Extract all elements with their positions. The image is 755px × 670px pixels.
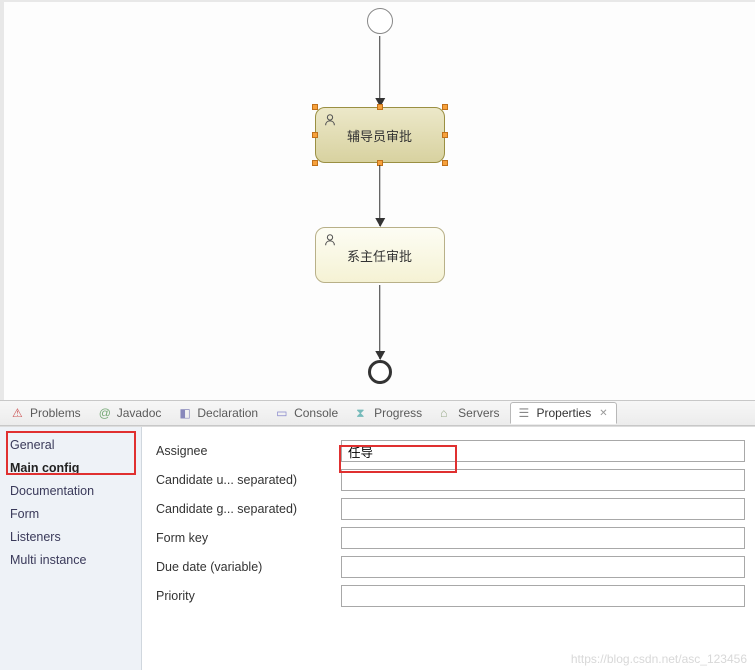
candidate-groups-label: Candidate g... separated) xyxy=(156,502,341,516)
sidebar-item-main-config[interactable]: Main config xyxy=(0,457,141,479)
tab-label: Console xyxy=(294,406,338,420)
user-task-icon xyxy=(323,233,337,247)
due-date-label: Due date (variable) xyxy=(156,560,341,574)
diagram-canvas[interactable]: 辅导员审批 系主任审批 xyxy=(0,0,755,400)
tab-progress[interactable]: ⧗ Progress xyxy=(348,403,430,423)
sidebar-item-listeners[interactable]: Listeners xyxy=(0,526,141,548)
sidebar-item-label: Main config xyxy=(10,461,79,475)
problems-icon: ⚠ xyxy=(12,406,26,420)
tab-label: Javadoc xyxy=(117,406,162,420)
sidebar-item-label: Listeners xyxy=(10,530,61,544)
start-event-node[interactable] xyxy=(367,8,393,34)
form-key-input[interactable] xyxy=(341,527,745,549)
resize-handle[interactable] xyxy=(312,132,318,138)
sequence-flow-3[interactable] xyxy=(379,285,381,359)
properties-sidebar: General Main config Documentation Form L… xyxy=(0,427,142,670)
sequence-flow-1[interactable] xyxy=(379,36,381,106)
tab-declaration[interactable]: ◧ Declaration xyxy=(171,403,266,423)
progress-icon: ⧗ xyxy=(356,406,370,420)
properties-icon: ☰ xyxy=(519,406,533,420)
user-task-1[interactable]: 辅导员审批 xyxy=(315,107,445,163)
sidebar-item-documentation[interactable]: Documentation xyxy=(0,480,141,502)
sequence-flow-2[interactable] xyxy=(379,165,381,226)
tab-label: Servers xyxy=(458,406,499,420)
servers-icon: ⌂ xyxy=(440,406,454,420)
watermark-text: https://blog.csdn.net/asc_123456 xyxy=(571,652,747,666)
sidebar-item-label: Documentation xyxy=(10,484,94,498)
resize-handle[interactable] xyxy=(442,104,448,110)
console-icon: ▭ xyxy=(276,406,290,420)
tab-label: Properties xyxy=(537,406,592,420)
task-label: 辅导员审批 xyxy=(347,126,412,145)
resize-handle[interactable] xyxy=(442,132,448,138)
priority-input[interactable] xyxy=(341,585,745,607)
end-event-node[interactable] xyxy=(368,360,392,384)
sidebar-item-label: General xyxy=(10,438,54,452)
resize-handle[interactable] xyxy=(377,104,383,110)
close-icon[interactable]: ✕ xyxy=(599,408,607,419)
assignee-input[interactable] xyxy=(341,440,745,462)
declaration-icon: ◧ xyxy=(179,406,193,420)
tab-label: Problems xyxy=(30,406,81,420)
view-tabbar: ⚠ Problems @ Javadoc ◧ Declaration ▭ Con… xyxy=(0,400,755,426)
assignee-label: Assignee xyxy=(156,444,341,458)
sidebar-item-label: Form xyxy=(10,507,39,521)
sidebar-item-multi-instance[interactable]: Multi instance xyxy=(0,549,141,571)
resize-handle[interactable] xyxy=(312,104,318,110)
sidebar-item-label: Multi instance xyxy=(10,553,86,567)
tab-servers[interactable]: ⌂ Servers xyxy=(432,403,507,423)
properties-form: Assignee Candidate u... separated) Candi… xyxy=(142,427,755,670)
sidebar-item-general[interactable]: General xyxy=(0,434,141,456)
candidate-users-label: Candidate u... separated) xyxy=(156,473,341,487)
task-label: 系主任审批 xyxy=(347,246,412,265)
tab-label: Declaration xyxy=(197,406,258,420)
due-date-input[interactable] xyxy=(341,556,745,578)
tab-properties[interactable]: ☰ Properties ✕ xyxy=(510,402,617,424)
tab-console[interactable]: ▭ Console xyxy=(268,403,346,423)
resize-handle[interactable] xyxy=(312,160,318,166)
tab-javadoc[interactable]: @ Javadoc xyxy=(91,403,170,423)
user-task-icon xyxy=(323,113,337,127)
resize-handle[interactable] xyxy=(442,160,448,166)
tab-problems[interactable]: ⚠ Problems xyxy=(4,403,89,423)
properties-panel: General Main config Documentation Form L… xyxy=(0,426,755,670)
priority-label: Priority xyxy=(156,589,341,603)
form-key-label: Form key xyxy=(156,531,341,545)
sidebar-item-form[interactable]: Form xyxy=(0,503,141,525)
tab-label: Progress xyxy=(374,406,422,420)
javadoc-icon: @ xyxy=(99,406,113,420)
candidate-groups-input[interactable] xyxy=(341,498,745,520)
user-task-2[interactable]: 系主任审批 xyxy=(315,227,445,283)
candidate-users-input[interactable] xyxy=(341,469,745,491)
